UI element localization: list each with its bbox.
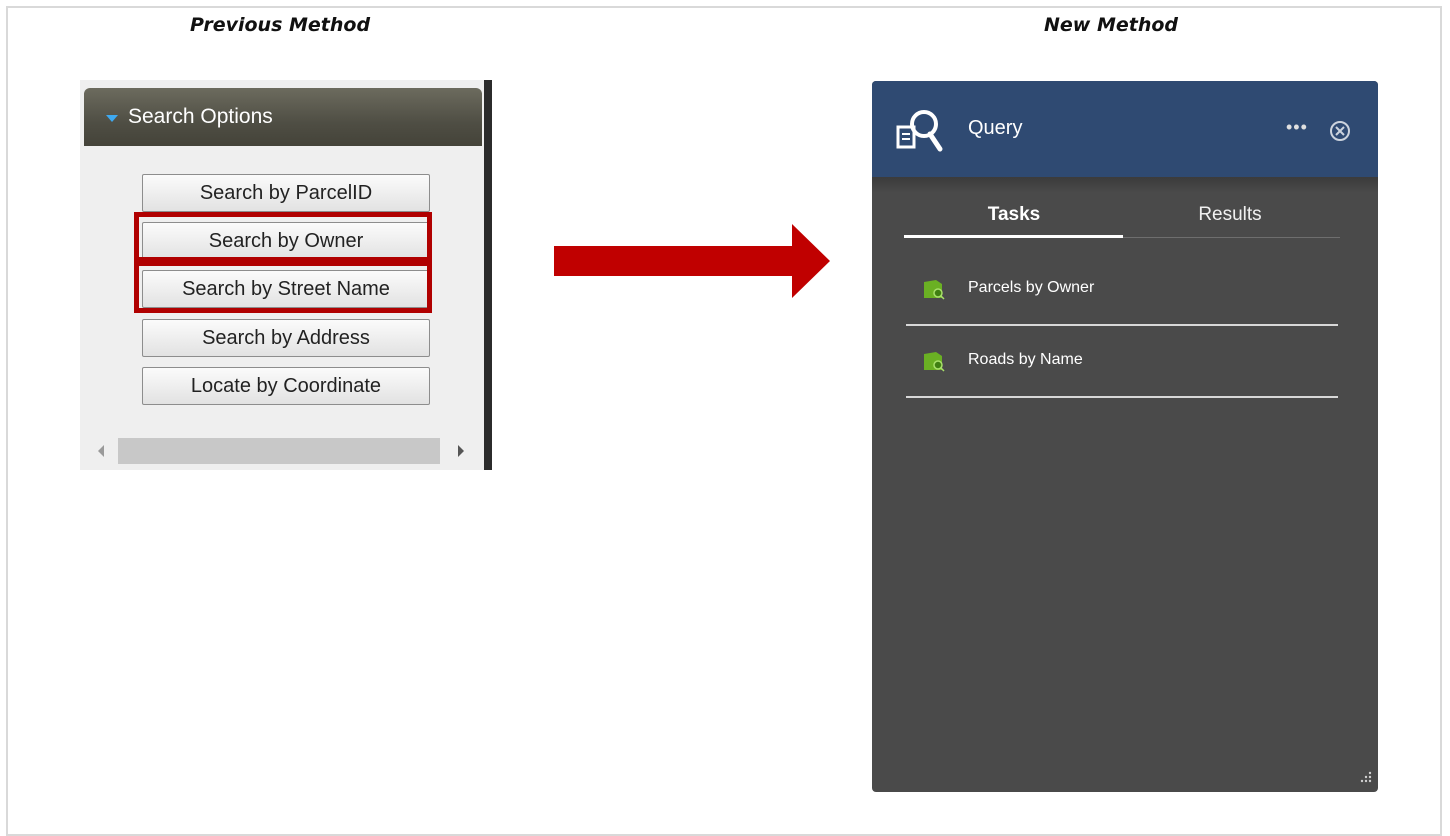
query-widget-panel: Query ••• Tasks Results Parcels by Owner… bbox=[872, 81, 1378, 792]
highlight-box-owner bbox=[134, 212, 432, 262]
search-by-address-button[interactable]: Search by Address bbox=[142, 319, 430, 357]
task-item-parcels-by-owner[interactable]: Parcels by Owner bbox=[906, 254, 1338, 326]
task-label: Roads by Name bbox=[968, 351, 1083, 368]
query-title: Query bbox=[968, 117, 1023, 139]
layer-search-icon bbox=[924, 280, 945, 300]
tab-tasks[interactable]: Tasks bbox=[904, 204, 1124, 226]
query-icon bbox=[896, 110, 943, 152]
search-options-header[interactable]: Search Options bbox=[84, 88, 482, 146]
horizontal-scrollbar[interactable] bbox=[96, 438, 474, 464]
resize-grip-icon[interactable] bbox=[1360, 771, 1372, 783]
task-item-roads-by-name[interactable]: Roads by Name bbox=[906, 326, 1338, 398]
header-shadow bbox=[872, 177, 1378, 193]
scrollbar-thumb[interactable] bbox=[118, 438, 440, 464]
query-header: Query ••• bbox=[872, 81, 1378, 177]
search-by-parcelid-button[interactable]: Search by ParcelID bbox=[142, 174, 430, 212]
locate-by-coordinate-button[interactable]: Locate by Coordinate bbox=[142, 367, 430, 405]
close-icon[interactable] bbox=[1328, 119, 1352, 143]
expand-triangle-icon[interactable] bbox=[106, 114, 118, 122]
search-options-title: Search Options bbox=[128, 105, 273, 128]
highlight-box-street-name bbox=[134, 261, 432, 313]
layer-search-icon bbox=[924, 352, 945, 372]
scroll-right-arrow-icon[interactable] bbox=[458, 445, 464, 457]
new-method-heading: New Method bbox=[1044, 14, 1179, 36]
transition-arrow-icon bbox=[554, 224, 830, 298]
task-label: Parcels by Owner bbox=[968, 279, 1095, 296]
previous-method-heading: Previous Method bbox=[190, 14, 371, 36]
tab-results[interactable]: Results bbox=[1120, 204, 1340, 226]
scroll-left-arrow-icon[interactable] bbox=[98, 445, 104, 457]
active-tab-indicator bbox=[904, 235, 1123, 238]
panel-edge bbox=[484, 80, 492, 470]
more-options-icon[interactable]: ••• bbox=[1286, 117, 1308, 138]
